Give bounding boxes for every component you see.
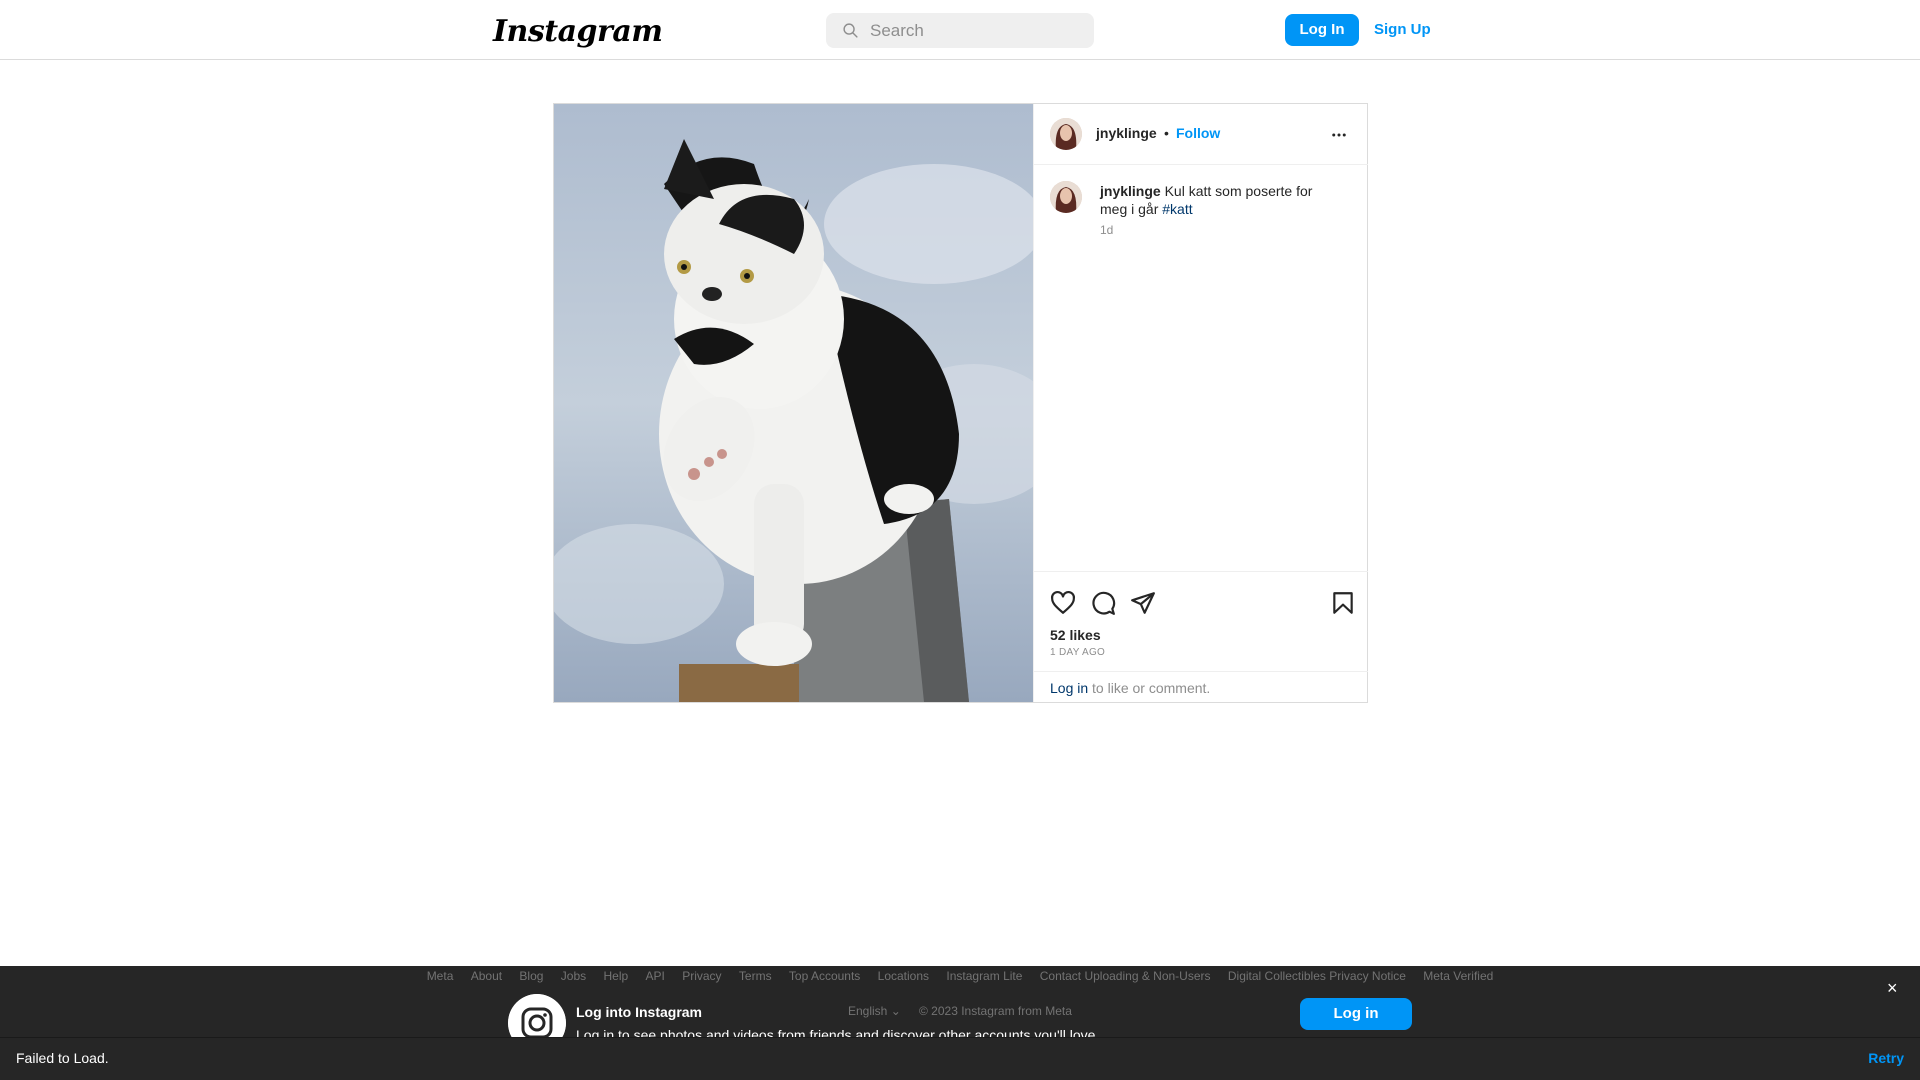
follow-button[interactable]: Follow [1176, 125, 1220, 141]
action-bar [1034, 571, 1368, 621]
caption-username[interactable]: jnyklinge [1100, 183, 1161, 199]
search-icon [843, 23, 858, 38]
footer-link-meta[interactable]: Meta [427, 969, 454, 983]
post-header: jnyklinge • Follow [1034, 104, 1368, 165]
chevron-down-icon: ⌄ [890, 1004, 901, 1018]
instagram-logo[interactable]: Instagram [493, 14, 663, 49]
login-prompt-text: to like or comment. [1088, 680, 1211, 696]
cat-photo-image [554, 104, 1033, 702]
separator-dot: • [1164, 125, 1169, 141]
banner-login-button[interactable]: Log in [1300, 998, 1412, 1030]
login-link[interactable]: Log in [1050, 680, 1088, 696]
login-prompt: Log in to like or comment. [1034, 671, 1368, 702]
top-header: Instagram Search Log In Sign Up [0, 0, 1920, 60]
toast-message: Failed to Load. [16, 1050, 109, 1066]
more-options-icon[interactable] [1330, 126, 1348, 144]
footer-link-about[interactable]: About [471, 969, 502, 983]
footer-link-blog[interactable]: Blog [519, 969, 543, 983]
likes-count[interactable]: 52 likes [1050, 627, 1101, 643]
signup-link[interactable]: Sign Up [1374, 14, 1431, 46]
post-timestamp: 1 DAY AGO [1050, 647, 1106, 658]
caption-hashtag[interactable]: #katt [1162, 201, 1192, 217]
post-card: jnyklinge • Follow jnyklinge Kul katt so… [553, 103, 1368, 703]
footer-link-digital-collectibles[interactable]: Digital Collectibles Privacy Notice [1228, 969, 1406, 983]
footer-links: Meta About Blog Jobs Help API Privacy Te… [0, 969, 1920, 983]
comment-icon[interactable] [1090, 590, 1116, 616]
post-sidebar: jnyklinge • Follow jnyklinge Kul katt so… [1033, 104, 1368, 702]
close-banner-button[interactable]: × [1887, 978, 1898, 999]
footer-link-help[interactable]: Help [604, 969, 629, 983]
footer-link-jobs[interactable]: Jobs [561, 969, 586, 983]
search-input[interactable]: Search [870, 21, 924, 41]
share-icon[interactable] [1130, 590, 1156, 616]
avatar[interactable] [1050, 118, 1082, 150]
post-username[interactable]: jnyklinge [1096, 125, 1157, 141]
post-photo[interactable] [554, 104, 1033, 702]
login-button[interactable]: Log In [1285, 14, 1359, 46]
language-selector[interactable]: English ⌄ [848, 1004, 901, 1018]
footer-link-meta-verified[interactable]: Meta Verified [1423, 969, 1493, 983]
footer-link-top-accounts[interactable]: Top Accounts [789, 969, 860, 983]
caption-avatar[interactable] [1050, 181, 1082, 213]
retry-button[interactable]: Retry [1868, 1050, 1904, 1066]
copyright: © 2023 Instagram from Meta [919, 1004, 1072, 1018]
footer-link-terms[interactable]: Terms [739, 969, 772, 983]
error-toast: Failed to Load. Retry [0, 1037, 1920, 1080]
avatar-image [1050, 181, 1082, 213]
footer-link-api[interactable]: API [646, 969, 665, 983]
footer-link-instagram-lite[interactable]: Instagram Lite [946, 969, 1022, 983]
caption-time: 1d [1100, 223, 1114, 237]
post-caption: jnyklinge Kul katt som poserte for meg i… [1100, 182, 1340, 218]
language-label: English [848, 1004, 888, 1018]
search-box[interactable]: Search [826, 13, 1094, 48]
footer-link-locations[interactable]: Locations [878, 969, 929, 983]
avatar-image [1050, 118, 1082, 150]
footer-link-privacy[interactable]: Privacy [682, 969, 721, 983]
footer-link-contact-uploading[interactable]: Contact Uploading & Non-Users [1040, 969, 1211, 983]
banner-title: Log into Instagram [576, 1004, 702, 1020]
heart-icon[interactable] [1050, 590, 1076, 616]
bookmark-icon[interactable] [1330, 590, 1356, 616]
